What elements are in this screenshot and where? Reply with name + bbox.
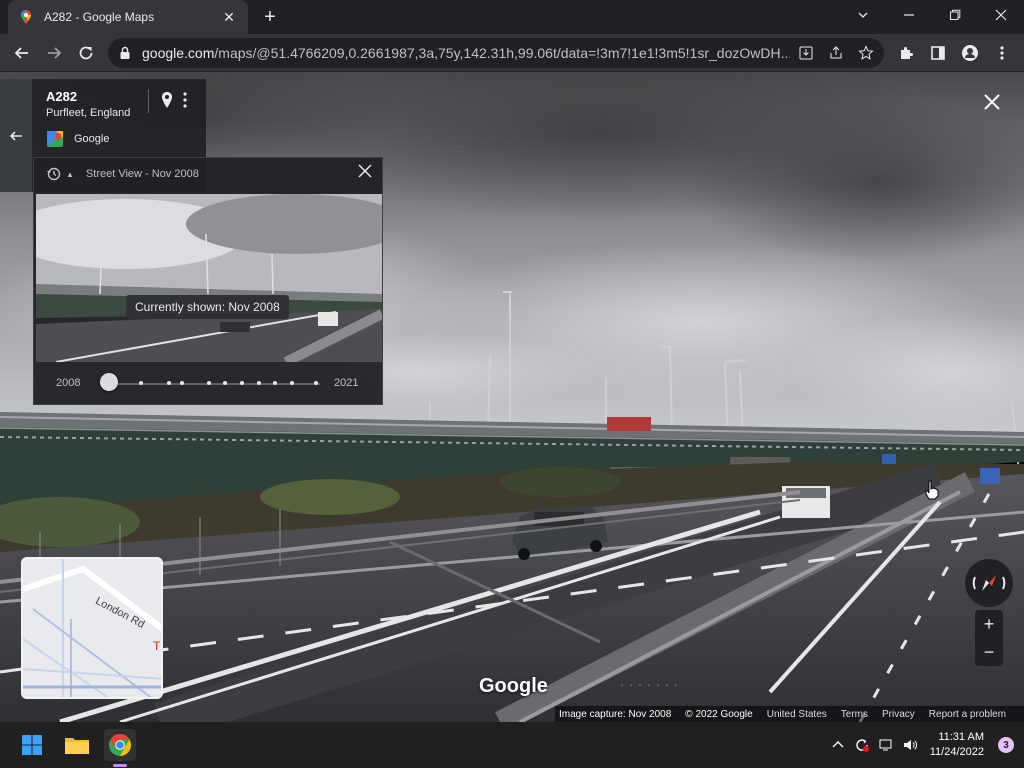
timeline-end-year: 2021 [334,377,359,389]
zoom-in-button[interactable]: + [975,610,1003,638]
compass-icon[interactable] [965,559,1013,607]
tab-search-icon[interactable] [840,0,886,30]
copyright: © 2022 Google [685,708,753,720]
place-title: A282 [46,89,78,104]
reload-icon[interactable] [72,39,100,67]
minimap-roads [23,559,161,697]
share-icon[interactable] [828,45,844,61]
street-view[interactable]: · · · · · · · A282 Purfleet, England Goo… [0,72,1024,722]
timeline-dot[interactable] [180,381,184,385]
side-panel-icon[interactable] [924,39,952,67]
attribution-bar: Image capture: Nov 2008 © 2022 Google Un… [555,706,1024,722]
card-divider [148,89,149,113]
tab-close-icon[interactable]: ✕ [220,9,238,26]
time-travel-panel: ▲ Street View - Nov 2008 Currently shown [33,157,383,405]
timeline-dot[interactable] [240,381,244,385]
restore-icon[interactable] [932,0,978,30]
timeline-slider-handle[interactable] [100,373,118,391]
google-maps-logo-icon [47,131,63,147]
privacy-link[interactable]: Privacy [882,709,915,720]
source-row: Google [46,130,109,148]
map-pin-icon[interactable] [160,91,174,109]
terms-link[interactable]: Terms [841,709,868,720]
file-explorer-icon[interactable] [61,729,93,761]
time-travel-header[interactable]: ▲ Street View - Nov 2008 [46,166,199,182]
exit-street-view-icon[interactable] [984,94,1000,110]
windows-start-icon[interactable] [16,729,48,761]
timeline-dot[interactable] [257,381,261,385]
volume-icon[interactable] [902,737,918,753]
report-problem-link[interactable]: Report a problem [929,709,1006,720]
history-icon [47,167,61,181]
caret-up-icon: ▲ [66,169,74,179]
url-text[interactable]: google.com/maps/@51.4766209,0.2661987,3a… [142,45,790,61]
zoom-control: + − [975,610,1003,666]
close-window-icon[interactable] [978,0,1024,30]
clock-date: 11/24/2022 [929,746,984,758]
minimize-icon[interactable] [886,0,932,30]
window-controls [840,0,1024,34]
zoom-out-button[interactable]: − [975,638,1003,666]
currently-shown-tooltip: Currently shown: Nov 2008 [126,295,289,319]
timeline-dot[interactable] [290,381,294,385]
arrow-left-icon[interactable] [8,39,36,67]
image-capture-date: Image capture: Nov 2008 [559,708,672,720]
region-link[interactable]: United States [767,709,827,720]
close-icon[interactable] [358,164,372,178]
time-travel-title: Street View - Nov 2008 [85,168,199,180]
timeline-dot[interactable] [139,381,143,385]
network-icon[interactable] [878,737,894,753]
url-path: /maps/@51.4766209,0.2661987,3a,75y,142.3… [214,45,790,61]
active-app-indicator [113,764,127,767]
arrow-right-icon[interactable] [40,39,68,67]
clock-time: 11:31 AM [938,731,984,743]
chevron-up-icon[interactable] [830,737,846,753]
place-subtitle: Purfleet, England [46,107,131,119]
svg-text:· · · · · · ·: · · · · · · · [620,678,678,694]
star-icon[interactable] [858,45,874,61]
screen: A282 - Google Maps ✕ + google.com/maps/@… [0,0,1024,768]
download-icon[interactable] [798,45,814,61]
browser-tab[interactable]: A282 - Google Maps ✕ [8,0,248,34]
back-arrow-icon[interactable] [0,79,32,192]
google-logo: Google [479,675,548,697]
url-host: google.com [142,45,215,61]
timeline-dot[interactable] [223,381,227,385]
system-tray: 11:31 AM 11/24/2022 3 [830,722,1014,768]
clock[interactable]: 11:31 AM 11/24/2022 [930,730,984,760]
time-travel-preview[interactable] [36,194,382,362]
notification-badge[interactable]: 3 [998,737,1014,753]
timeline-start-year: 2008 [56,377,81,389]
minimap[interactable]: London Rd T [21,557,163,699]
address-bar[interactable]: google.com/maps/@51.4766209,0.2661987,3a… [108,38,884,68]
more-options-icon[interactable] [182,91,188,109]
lock-icon[interactable] [118,46,132,60]
sync-alert-icon[interactable] [854,737,870,753]
timeline-dot[interactable] [314,381,318,385]
tab-title: A282 - Google Maps [44,10,155,24]
hand-cursor-icon [925,480,939,500]
google-maps-pin-icon [21,10,31,24]
kebab-menu-icon[interactable] [988,39,1016,67]
timeline-dot[interactable] [207,381,211,385]
chrome-icon[interactable] [104,729,136,761]
tab-bar: A282 - Google Maps ✕ + [0,0,1024,34]
puzzle-icon[interactable] [892,39,920,67]
source-label: Google [74,133,110,145]
taskbar: 11:31 AM 11/24/2022 3 [0,722,1024,768]
browser-toolbar: google.com/maps/@51.4766209,0.2661987,3a… [0,34,1024,72]
timeline-dot[interactable] [167,381,171,385]
new-tab-icon[interactable]: + [258,5,282,29]
minimap-edge-label: T [153,639,161,653]
timeline-dot[interactable] [273,381,277,385]
profile-icon[interactable] [956,39,984,67]
